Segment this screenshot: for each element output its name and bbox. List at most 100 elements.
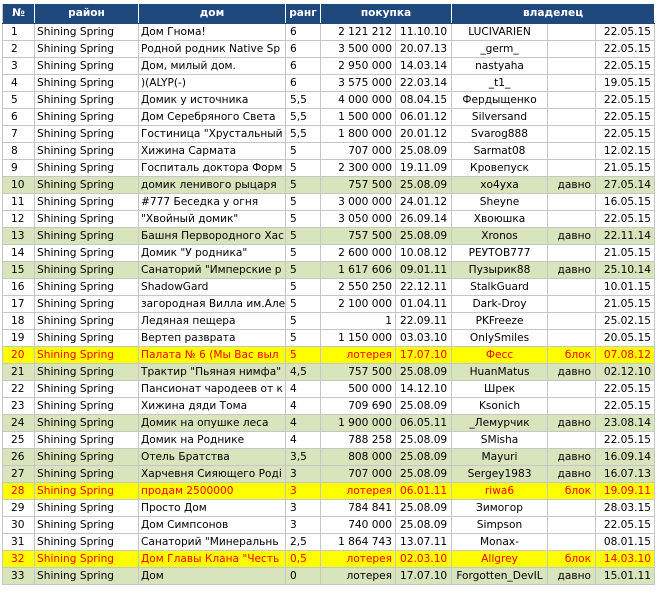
cell-owner[interactable]: Хвоюшка	[451, 210, 549, 228]
cell-owner[interactable]: _germ_	[451, 40, 549, 58]
cell-rank[interactable]: 5	[285, 261, 321, 279]
cell-district[interactable]: Shining Spring	[34, 159, 139, 177]
cell-price[interactable]: 707 000	[320, 142, 396, 160]
cell-num[interactable]: 26	[2, 448, 35, 466]
cell-house[interactable]: Дом	[138, 567, 286, 585]
cell-house[interactable]: ShadowGard	[138, 278, 286, 296]
cell-rank[interactable]: 4	[285, 380, 321, 398]
cell-house[interactable]: Отель Братства	[138, 448, 286, 466]
cell-owner[interactable]: PKFreeze	[451, 312, 549, 330]
cell-purchase-date[interactable]: 25.08.09	[395, 227, 453, 245]
cell-purchase-date[interactable]: 25.08.09	[395, 431, 453, 449]
cell-owner-date[interactable]: 16.09.14	[595, 448, 656, 466]
cell-num[interactable]: 25	[2, 431, 35, 449]
cell-owner-date[interactable]: 21.05.15	[595, 295, 656, 313]
cell-owner-date[interactable]: 22.05.15	[595, 397, 656, 415]
cell-house[interactable]: продам 2500000	[138, 482, 286, 500]
cell-rank[interactable]: 0	[285, 567, 321, 585]
cell-owner-date[interactable]: 16.07.13	[595, 465, 656, 483]
cell-rank[interactable]: 5	[285, 244, 321, 262]
cell-owner-date[interactable]: 27.05.14	[595, 176, 656, 194]
cell-status[interactable]	[547, 159, 597, 177]
cell-district[interactable]: Shining Spring	[34, 91, 139, 109]
cell-num[interactable]: 12	[2, 210, 35, 228]
cell-num[interactable]: 2	[2, 40, 35, 58]
cell-num[interactable]: 27	[2, 465, 35, 483]
cell-rank[interactable]: 3	[285, 499, 321, 517]
cell-owner[interactable]: Sarmat08	[451, 142, 549, 160]
cell-house[interactable]: Санаторий "Минеральнь	[138, 533, 286, 551]
cell-owner[interactable]: SMisha	[451, 431, 549, 449]
cell-owner-date[interactable]: 20.05.15	[595, 329, 656, 347]
cell-owner[interactable]: Зимогор	[451, 499, 549, 517]
cell-purchase-date[interactable]: 17.07.10	[395, 346, 453, 364]
cell-purchase-date[interactable]: 06.05.11	[395, 414, 453, 432]
cell-rank[interactable]: 5	[285, 312, 321, 330]
cell-house[interactable]: Гостиница "Хрустальный	[138, 125, 286, 143]
cell-num[interactable]: 22	[2, 380, 35, 398]
cell-district[interactable]: Shining Spring	[34, 414, 139, 432]
cell-status[interactable]	[547, 499, 597, 517]
cell-owner-date[interactable]: 25.10.14	[595, 261, 656, 279]
cell-owner[interactable]: nastyaha	[451, 57, 549, 75]
cell-house[interactable]: Дом Гнома!	[138, 23, 286, 41]
cell-num[interactable]: 31	[2, 533, 35, 551]
cell-house[interactable]: Пансионат чародеев от к	[138, 380, 286, 398]
cell-rank[interactable]: 5,5	[285, 108, 321, 126]
cell-num[interactable]: 1	[2, 23, 35, 41]
cell-status[interactable]: давно	[547, 261, 597, 279]
cell-status[interactable]	[547, 23, 597, 41]
cell-district[interactable]: Shining Spring	[34, 312, 139, 330]
cell-purchase-date[interactable]: 19.11.09	[395, 159, 453, 177]
cell-house[interactable]: Палата № 6 (Мы Вас выл	[138, 346, 286, 364]
cell-district[interactable]: Shining Spring	[34, 397, 139, 415]
cell-district[interactable]: Shining Spring	[34, 142, 139, 160]
cell-rank[interactable]: 3	[285, 465, 321, 483]
cell-purchase-date[interactable]: 03.03.10	[395, 329, 453, 347]
cell-owner-date[interactable]: 28.03.15	[595, 499, 656, 517]
cell-num[interactable]: 7	[2, 125, 35, 143]
cell-house[interactable]: Просто Дом	[138, 499, 286, 517]
cell-num[interactable]: 13	[2, 227, 35, 245]
cell-price[interactable]: 2 121 212	[320, 23, 396, 41]
cell-price[interactable]: лотерея	[320, 550, 396, 568]
cell-purchase-date[interactable]: 25.08.09	[395, 499, 453, 517]
cell-owner-date[interactable]: 10.01.15	[595, 278, 656, 296]
cell-purchase-date[interactable]: 14.12.10	[395, 380, 453, 398]
cell-price[interactable]: лотерея	[320, 567, 396, 585]
cell-owner-date[interactable]: 14.03.10	[595, 550, 656, 568]
cell-num[interactable]: 20	[2, 346, 35, 364]
cell-rank[interactable]: 5	[285, 278, 321, 296]
cell-num[interactable]: 16	[2, 278, 35, 296]
cell-owner[interactable]: Dark-Droy	[451, 295, 549, 313]
cell-num[interactable]: 21	[2, 363, 35, 381]
cell-price[interactable]: 1 617 606	[320, 261, 396, 279]
cell-rank[interactable]: 4	[285, 397, 321, 415]
cell-district[interactable]: Shining Spring	[34, 108, 139, 126]
cell-rank[interactable]: 5	[285, 227, 321, 245]
cell-status[interactable]	[547, 516, 597, 534]
cell-status[interactable]	[547, 40, 597, 58]
cell-price[interactable]: 1	[320, 312, 396, 330]
cell-num[interactable]: 6	[2, 108, 35, 126]
cell-owner[interactable]: Ksonich	[451, 397, 549, 415]
cell-price[interactable]: 788 258	[320, 431, 396, 449]
cell-rank[interactable]: 2,5	[285, 533, 321, 551]
cell-owner[interactable]: Monax-	[451, 533, 549, 551]
cell-district[interactable]: Shining Spring	[34, 346, 139, 364]
cell-purchase-date[interactable]: 22.09.11	[395, 312, 453, 330]
cell-status[interactable]	[547, 431, 597, 449]
cell-owner-date[interactable]: 08.01.15	[595, 533, 656, 551]
cell-owner[interactable]: Simpson	[451, 516, 549, 534]
cell-owner[interactable]: Sergey1983	[451, 465, 549, 483]
cell-price[interactable]: 757 500	[320, 227, 396, 245]
cell-owner[interactable]: Пузырик88	[451, 261, 549, 279]
cell-num[interactable]: 8	[2, 142, 35, 160]
cell-status[interactable]: давно	[547, 363, 597, 381]
header-purchase[interactable]: покупка	[320, 4, 453, 24]
cell-status[interactable]	[547, 193, 597, 211]
cell-num[interactable]: 23	[2, 397, 35, 415]
cell-num[interactable]: 17	[2, 295, 35, 313]
cell-district[interactable]: Shining Spring	[34, 363, 139, 381]
cell-purchase-date[interactable]: 09.01.11	[395, 261, 453, 279]
